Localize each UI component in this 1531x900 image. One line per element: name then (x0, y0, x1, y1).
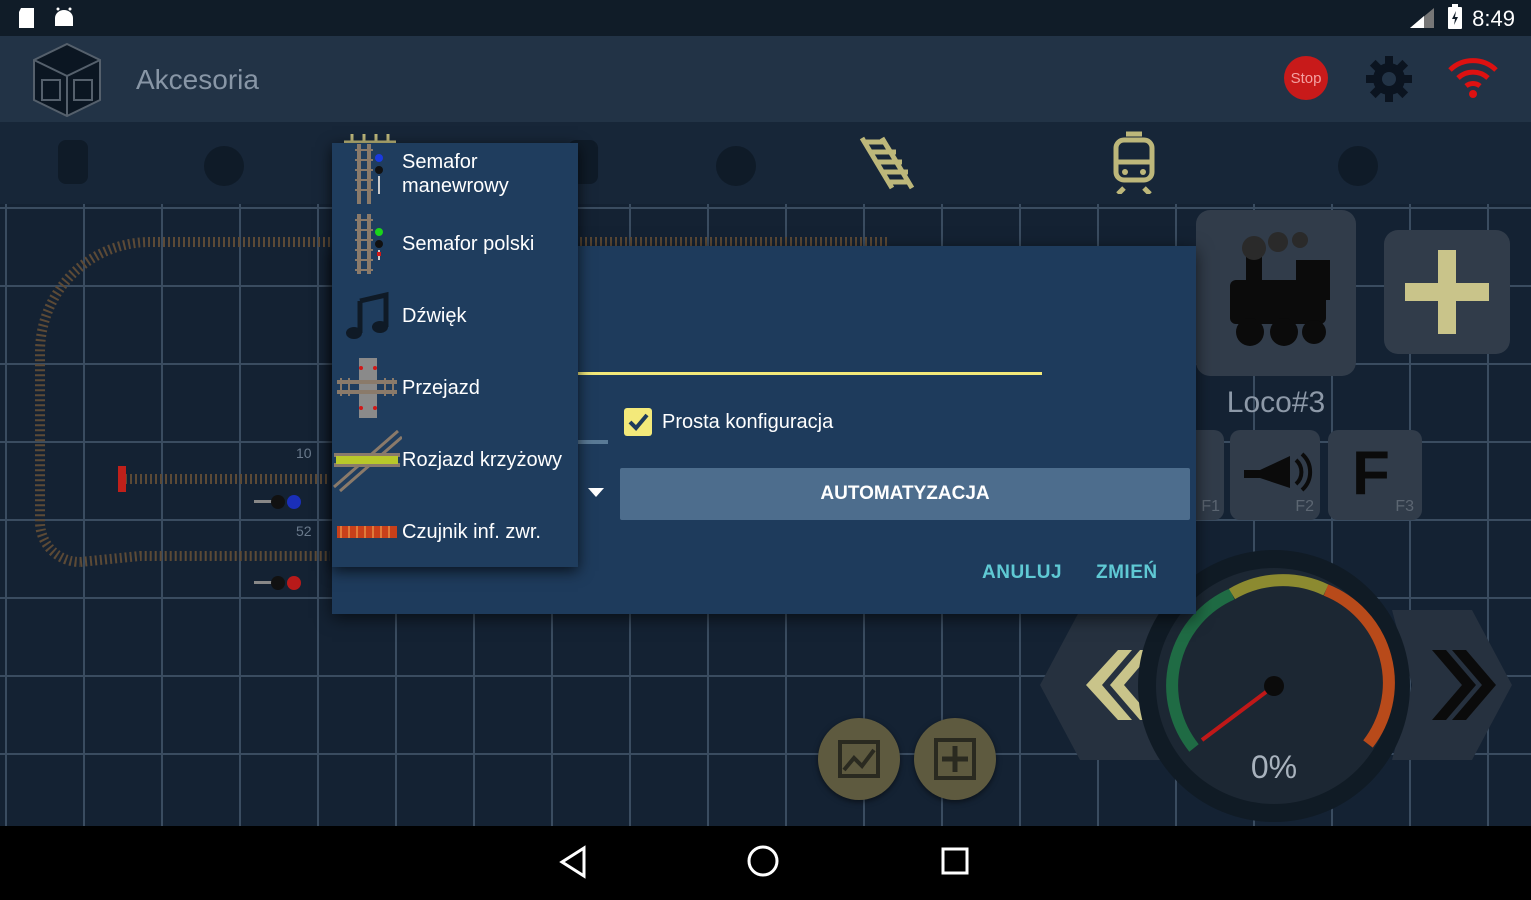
cancel-button[interactable]: ANULUJ (982, 562, 1062, 584)
shunting-signal-icon (355, 144, 383, 204)
edit-layout-button[interactable] (818, 718, 900, 800)
settings-gear-icon[interactable] (1364, 54, 1414, 104)
simple-config-checkbox[interactable] (624, 408, 652, 436)
plus-icon (1405, 250, 1489, 334)
f1-label: F1 (1201, 498, 1220, 515)
battery-icon (1448, 4, 1462, 29)
sd-card-icon (19, 8, 34, 28)
app-toolbar: Akcesoria Stop (0, 36, 1531, 122)
function-f3-button[interactable]: F F3 (1328, 430, 1422, 520)
tab-settings-icon[interactable] (708, 138, 764, 194)
left-field-underline (578, 440, 608, 444)
accessory-type-menu: Semafor manewrowy Semafor polski Dźwięk (332, 143, 578, 567)
crossing-switch-icon (333, 429, 402, 493)
status-bar: 8:49 (0, 0, 1531, 36)
tab-tracks-icon[interactable] (856, 132, 916, 194)
menu-item-level-crossing[interactable]: Przejazd (332, 355, 578, 421)
loco-image-button[interactable] (1196, 210, 1356, 376)
horn-icon (1244, 452, 1313, 492)
checkmark-icon (628, 413, 649, 431)
app-logo-icon[interactable] (28, 40, 106, 120)
menu-item-crossing-switch[interactable]: Rozjazd krzyżowy (332, 427, 578, 493)
track-label-10: 10 (296, 445, 312, 461)
signal-red[interactable] (254, 576, 301, 590)
tab-more-icon[interactable] (1330, 138, 1386, 194)
menu-item-shunting-signal[interactable]: Semafor manewrowy (332, 143, 578, 205)
loco-name: Loco#3 (1226, 386, 1326, 419)
change-button[interactable]: ZMIEŃ (1096, 562, 1158, 584)
tab-train-icon[interactable] (1108, 130, 1160, 194)
menu-anchor-tracks-icon (344, 134, 396, 144)
dropdown-arrow-icon[interactable] (588, 486, 604, 498)
speed-value: 0% (1251, 749, 1297, 785)
menu-label-polish-signal: Semafor polski (402, 233, 535, 255)
edit-layout-icon (838, 740, 880, 778)
automation-button-label: AUTOMATYZACJA (820, 483, 990, 504)
automation-button[interactable]: AUTOMATYZACJA (620, 468, 1190, 520)
status-time: 8:49 (1472, 6, 1515, 31)
page-title: Akcesoria (136, 64, 259, 95)
menu-label-ir-sensor: Czujnik inf. zwr. (402, 521, 541, 543)
f3-big-letter: F (1352, 439, 1390, 508)
track-label-52: 52 (296, 523, 312, 539)
menu-label-sound: Dźwięk (402, 305, 467, 327)
recents-icon[interactable] (938, 844, 972, 878)
music-note-icon (346, 291, 389, 339)
signal-icon (1410, 8, 1434, 28)
tab-signal-icon[interactable] (50, 136, 96, 192)
add-element-button[interactable] (914, 718, 996, 800)
polish-signal-icon (355, 214, 383, 274)
menu-label-shunting-line1: Semafor (402, 151, 478, 173)
function-f2-button[interactable]: F2 (1230, 430, 1320, 520)
home-icon[interactable] (744, 842, 782, 880)
menu-item-sound[interactable]: Dźwięk (332, 283, 578, 349)
menu-label-shunting-line2: manewrowy (402, 175, 509, 197)
tab-turnout-icon[interactable] (196, 138, 252, 194)
category-tab-strip (0, 122, 1531, 204)
add-element-icon (934, 738, 976, 780)
name-input-underline[interactable] (578, 372, 1042, 375)
add-loco-button[interactable] (1384, 230, 1510, 354)
stop-button[interactable]: Stop (1284, 56, 1328, 100)
menu-label-level-crossing: Przejazd (402, 377, 480, 399)
track-end-marker (118, 466, 126, 492)
f3-label: F3 (1395, 498, 1414, 515)
level-crossing-icon (337, 358, 397, 418)
navigation-bar (0, 826, 1531, 900)
android-icon (55, 7, 73, 26)
ir-sensor-icon (337, 526, 397, 538)
f2-label: F2 (1295, 498, 1314, 515)
steam-locomotive-icon (1230, 232, 1330, 346)
menu-item-ir-sensor[interactable]: Czujnik inf. zwr. (332, 499, 578, 565)
function-f1-button[interactable]: F1 (1196, 430, 1224, 520)
stop-label: Stop (1290, 69, 1322, 87)
wifi-icon[interactable] (1446, 56, 1500, 100)
simple-config-label: Prosta konfiguracja (662, 411, 834, 433)
back-icon[interactable] (556, 844, 590, 880)
menu-label-crossing-switch: Rozjazd krzyżowy (402, 449, 563, 471)
signal-blue[interactable] (254, 495, 301, 509)
menu-item-polish-signal[interactable]: Semafor polski (332, 211, 578, 277)
